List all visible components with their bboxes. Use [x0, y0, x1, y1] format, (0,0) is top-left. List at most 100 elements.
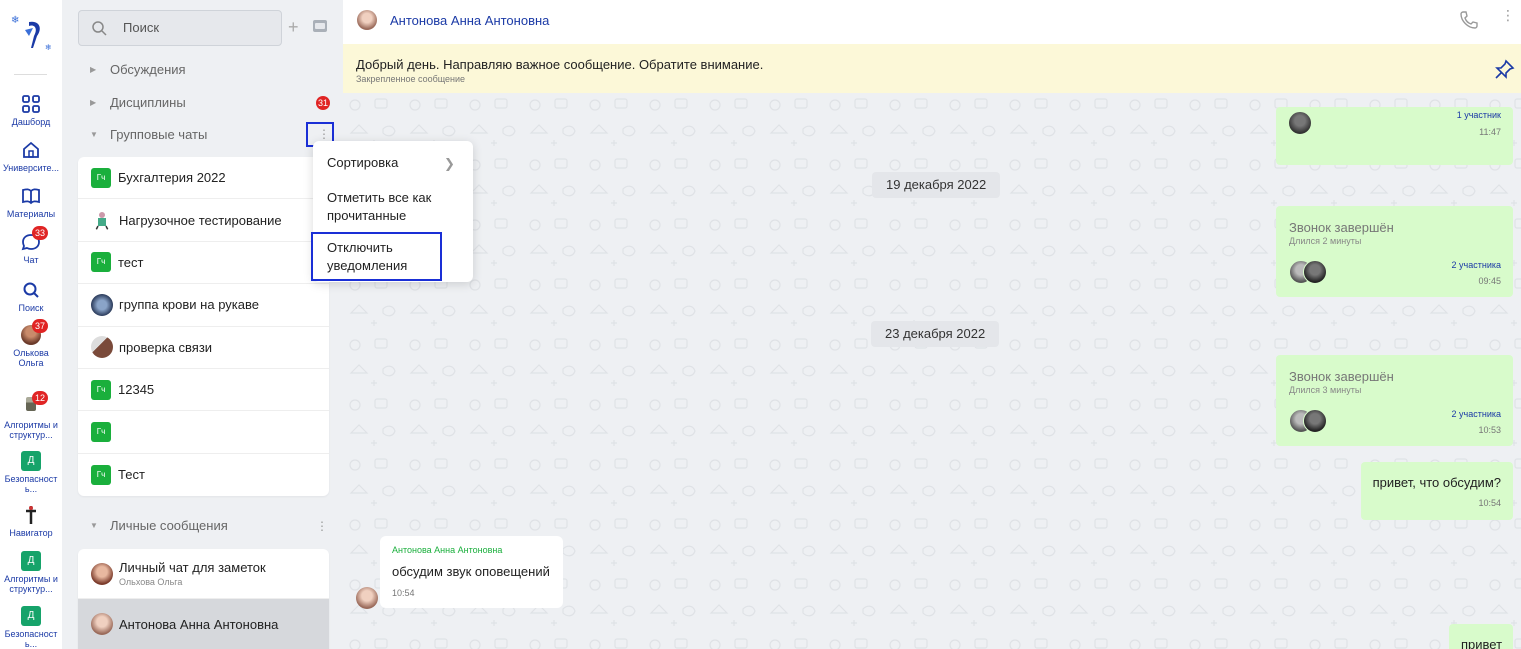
section-group-chats[interactable]: ▼ Групповые чаты — [90, 127, 207, 142]
more-icon[interactable]: ⋮ — [1501, 8, 1515, 22]
call-bubble[interactable]: Звонок завершён Длился 2 минуты 2 участн… — [1276, 206, 1513, 297]
menu-item-sort[interactable]: Сортировка — [327, 154, 398, 172]
group-chat-tile: Гч — [91, 464, 111, 485]
pinned-text: Добрый день. Направляю важное сообщение.… — [356, 57, 764, 72]
list-item[interactable]: Гч Бухгалтерия 2022 — [78, 157, 329, 200]
rail-item-algorithms-2[interactable]: Д Алгоритмы и структур... — [0, 551, 62, 594]
add-chat-button[interactable]: + — [288, 18, 299, 36]
group-chat-tile: Гч — [91, 252, 111, 273]
avatar — [91, 209, 113, 232]
search-icon — [23, 282, 39, 298]
rail-item-materials[interactable]: Материалы — [0, 186, 62, 219]
pinned-message[interactable]: Добрый день. Направляю важное сообщение.… — [343, 44, 1521, 93]
section-discussions[interactable]: ▶ Обсуждения — [90, 62, 186, 77]
menu-item-mute[interactable]: Отключить уведомления — [327, 239, 437, 275]
call-bubble[interactable]: 1 участник 11:47 — [1276, 107, 1513, 165]
rail-item-university[interactable]: Университе... — [0, 140, 62, 173]
rail-item-navigator[interactable]: Навигатор — [0, 505, 62, 538]
list-item[interactable]: Гч тест — [78, 242, 329, 285]
discipline-tile: Д — [21, 451, 41, 471]
search-placeholder: Поиск — [123, 20, 160, 35]
pin-icon[interactable] — [1493, 59, 1515, 81]
message-time: 10:53 — [1478, 425, 1501, 435]
participants-count: 2 участника — [1451, 409, 1501, 419]
group-chat-tile: Гч — [91, 422, 111, 443]
avatar[interactable] — [357, 10, 377, 30]
section-label: Дисциплины — [110, 95, 186, 110]
list-item[interactable]: Гч — [78, 411, 329, 454]
rail-item-security[interactable]: Д Безопасност ь... — [0, 451, 62, 494]
chat-name: Бухгалтерия 2022 — [118, 170, 226, 186]
search-input[interactable]: Поиск — [78, 10, 282, 46]
chat-header: Антонова Анна Антоновна ⋮ — [343, 0, 1521, 44]
rail-label: Безопасност ь... — [4, 629, 58, 649]
group-chat-tile: Гч — [91, 167, 111, 188]
date-separator: 19 декабря 2022 — [872, 172, 1001, 198]
chat-name: проверка связи — [119, 339, 213, 355]
rail-item-chat[interactable]: 33 Чат — [0, 226, 62, 265]
svg-text:❄: ❄ — [11, 15, 19, 26]
avatar — [91, 293, 113, 316]
call-duration: Длился 3 минуты — [1289, 385, 1362, 395]
message-time: 10:54 — [1478, 498, 1501, 508]
message-time: 11:47 — [1479, 127, 1501, 137]
avatar[interactable] — [356, 587, 378, 609]
chat-subtitle: Ольхова Ольга — [119, 577, 183, 587]
list-item[interactable]: группа крови на рукаве — [78, 284, 329, 327]
section-disciplines[interactable]: ▶ Дисциплины — [90, 95, 186, 110]
discipline-tile: Д — [21, 551, 41, 571]
chat-name: 12345 — [118, 382, 155, 398]
outgoing-message[interactable]: привет, что обсудим? 10:54 — [1361, 462, 1513, 520]
rail-item-algorithms[interactable]: 12 Алгоритмы и структур... — [0, 391, 62, 440]
chevron-down-icon: ▼ — [90, 130, 98, 139]
rail-label: Чат — [23, 255, 39, 265]
kebab-icon[interactable]: ⋮ — [316, 520, 328, 532]
participants-count: 1 участник — [1456, 110, 1501, 120]
chevron-down-icon: ▼ — [90, 521, 98, 530]
chat-name: Нагрузочное тестирование — [119, 212, 282, 228]
logo-icon[interactable]: ❄ ❄ — [11, 14, 53, 54]
avatar — [91, 336, 113, 359]
chat-name: Личный чат для заметок — [119, 560, 266, 575]
chat-area: Антонова Анна Антоновна ⋮ Добрый день. Н… — [343, 0, 1521, 649]
list-item[interactable]: Гч 12345 — [78, 369, 329, 412]
chat-title[interactable]: Антонова Анна Антоновна — [390, 13, 549, 28]
chevron-right-icon: ❯ — [444, 156, 455, 171]
rail-label: Навигатор — [9, 528, 53, 538]
unread-badge: 37 — [32, 319, 49, 333]
avatar — [1303, 409, 1327, 433]
call-title: Звонок завершён — [1289, 369, 1394, 384]
list-item[interactable]: Нагрузочное тестирование — [78, 199, 329, 242]
list-item[interactable]: проверка связи — [78, 327, 329, 369]
section-personal[interactable]: ▼ Личные сообщения — [90, 518, 228, 533]
chat-name: группа крови на рукаве — [119, 297, 259, 313]
rail-label: Алгоритмы и структур... — [4, 574, 58, 594]
section-label: Обсуждения — [110, 62, 186, 77]
outgoing-message[interactable]: привет — [1449, 624, 1513, 649]
left-rail: ❄ ❄ Дашборд Университе... Материалы 33 Ч… — [0, 0, 62, 649]
avatar — [91, 562, 113, 585]
list-item-active[interactable]: Антонова Анна Антоновна — [78, 599, 329, 649]
menu-item-mark-read[interactable]: Отметить все как прочитанные — [327, 189, 457, 225]
rail-label: Алгоритмы и структур... — [4, 420, 58, 440]
grid-icon — [22, 95, 40, 113]
list-item[interactable]: Гч Тест — [78, 454, 329, 496]
call-bubble[interactable]: Звонок завершён Длился 3 минуты 2 участн… — [1276, 355, 1513, 446]
message-text: обсудим звук оповещений — [392, 564, 550, 579]
message-feed: 1 участник 11:47 19 декабря 2022 Звонок … — [343, 93, 1521, 649]
group-chat-tile: Гч — [91, 379, 111, 400]
list-item[interactable]: Личный чат для заметок Ольхова Ольга — [78, 549, 329, 599]
chat-name: тест — [118, 254, 144, 270]
phone-icon[interactable] — [1459, 10, 1479, 30]
rail-label: Олькова Ольга — [13, 348, 49, 368]
rail-item-security-2[interactable]: Д Безопасност ь... — [0, 606, 62, 649]
incoming-message[interactable]: Антонова Анна Антоновна обсудим звук опо… — [380, 536, 563, 608]
chat-name: Тест — [118, 467, 145, 483]
folder-icon[interactable] — [313, 20, 327, 32]
rail-item-search[interactable]: Поиск — [0, 280, 62, 313]
avatar — [91, 613, 113, 635]
kebab-icon: ⋮ — [318, 127, 330, 141]
call-title: Звонок завершён — [1289, 220, 1394, 235]
rail-item-olkova[interactable]: 37 Олькова Ольга — [0, 319, 62, 368]
rail-item-dashboard[interactable]: Дашборд — [0, 94, 62, 127]
